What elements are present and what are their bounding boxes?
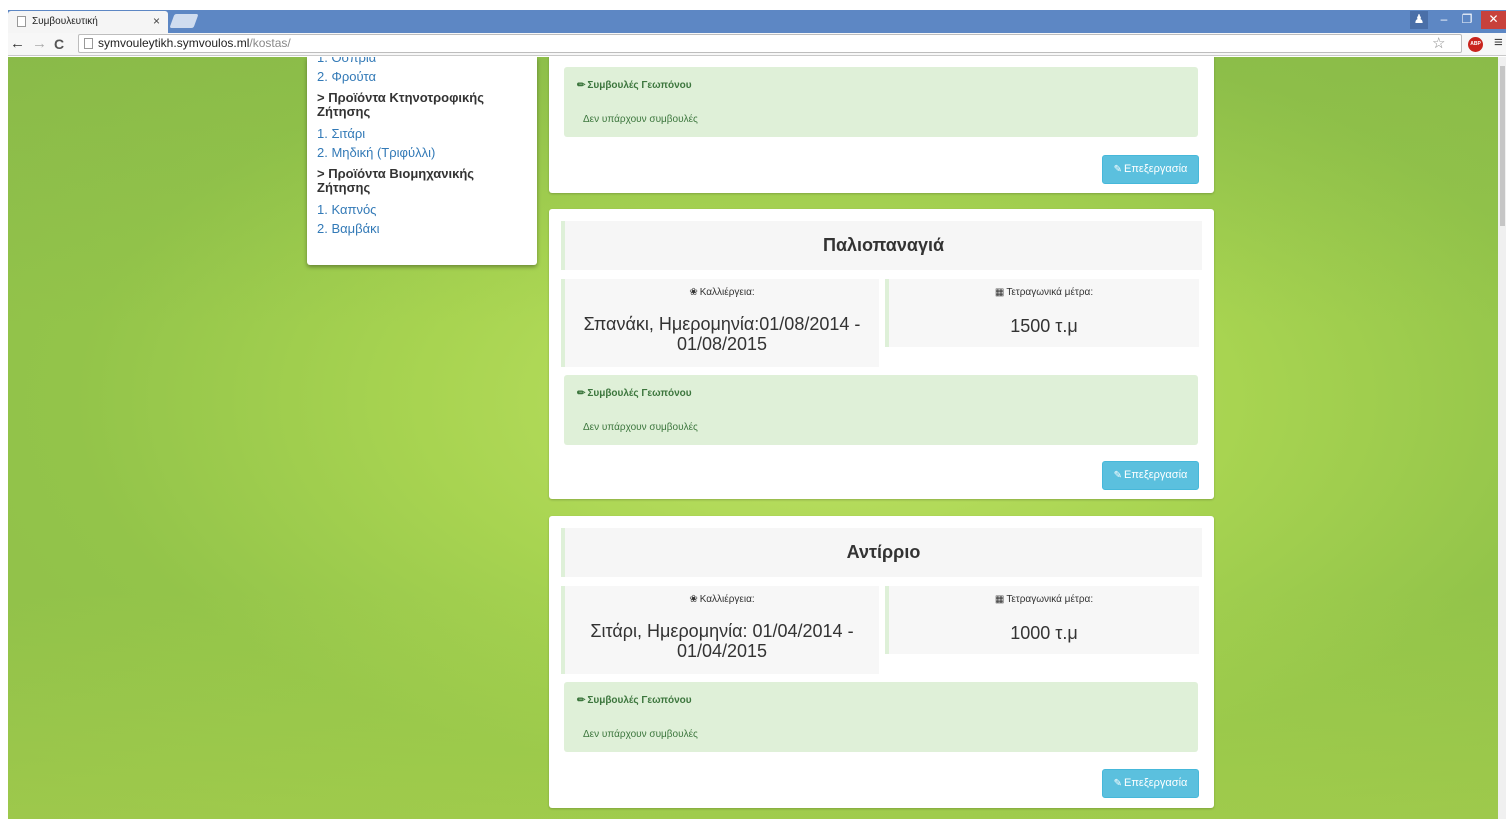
advice-box: ✏ Συμβουλές Γεωπόνου Δεν υπάρχουν συμβουλ…: [564, 67, 1198, 137]
sidebar-link-legumes[interactable]: 1. Όσπρια: [317, 57, 527, 67]
sidebar-heading-industrial: > Προϊόντα Βιομηχανικής Ζήτησης: [317, 166, 475, 195]
advice-box: ✏ Συμβουλές Γεωπόνου Δεν υπάρχουν συμβουλ…: [564, 375, 1198, 445]
url-path: /kostas/: [249, 36, 291, 50]
page-viewport: 1. Όσπρια 2. Φρούτα > Προϊόντα Κτηνοτροφ…: [8, 57, 1498, 819]
leaf-icon: ❀: [689, 287, 698, 298]
edit-button[interactable]: ✎ Επεξεργασία: [1102, 461, 1199, 490]
advice-box: ✏ Συμβουλές Γεωπόνου Δεν υπάρχουν συμβουλ…: [564, 682, 1198, 752]
browser-menu-icon[interactable]: ≡: [1494, 34, 1503, 51]
tab-title: Συμβουλευτική: [32, 16, 98, 27]
grid-icon: ▦: [994, 287, 1005, 298]
crop-cell: ❀ Καλλιέργεια: Σπανάκι, Ημερομηνία:01/08/…: [561, 279, 879, 367]
window-close-icon[interactable]: ✕: [1481, 11, 1506, 29]
maximize-icon[interactable]: ❐: [1458, 11, 1476, 29]
page-icon: [84, 38, 93, 49]
edit-button[interactable]: ✎ Επεξεργασία: [1102, 155, 1199, 184]
sidebar-link-fruits[interactable]: 2. Φρούτα: [317, 67, 527, 86]
forward-arrow-icon[interactable]: →: [32, 36, 47, 52]
area-cell: ▦ Τετραγωνικά μέτρα: 1000 τ.μ: [885, 586, 1199, 654]
field-name: Αντίρριο: [561, 528, 1202, 577]
area-value: 1000 τ.μ: [1010, 623, 1078, 643]
area-label: ▦ Τετραγωνικά μέτρα:: [994, 594, 1094, 605]
advice-heading: ✏ Συμβουλές Γεωπόνου: [577, 695, 692, 706]
new-tab-button[interactable]: [169, 14, 199, 28]
leaf-icon: ❀: [689, 594, 698, 605]
crop-label: ❀ Καλλιέργεια:: [689, 594, 755, 605]
area-cell: ▦ Τετραγωνικά μέτρα: 1500 τ.μ: [885, 279, 1199, 347]
sidebar-heading-livestock: > Προϊόντα Κτηνοτροφικής Ζήτησης: [317, 90, 484, 119]
agronomist-icon: ✏: [577, 388, 586, 399]
advice-heading: ✏ Συμβουλές Γεωπόνου: [577, 388, 692, 399]
browser-tab-bar: Συμβουλευτική × ♟ – ❐ ✕: [0, 0, 1506, 33]
sidebar-link-cotton[interactable]: 2. Βαμβάκι: [317, 219, 527, 238]
advice-empty-text: Δεν υπάρχουν συμβουλές: [583, 422, 698, 433]
adblock-icon[interactable]: ABP: [1468, 37, 1483, 52]
field-name: Παλιοπαναγιά: [561, 221, 1202, 270]
area-label: ▦ Τετραγωνικά μέτρα:: [994, 287, 1094, 298]
page-favicon-icon: [17, 16, 26, 27]
profile-icon[interactable]: ♟: [1410, 11, 1428, 29]
agronomist-icon: ✏: [577, 695, 586, 706]
reload-icon[interactable]: C: [54, 36, 64, 52]
edit-icon: ✎: [1113, 164, 1122, 175]
url-host: symvouleytikh.symvoulos.ml: [98, 36, 250, 50]
area-value: 1500 τ.μ: [1010, 316, 1078, 336]
scrollbar-thumb[interactable]: [1500, 66, 1505, 226]
browser-tab[interactable]: Συμβουλευτική ×: [8, 11, 168, 33]
advice-empty-text: Δεν υπάρχουν συμβουλές: [583, 729, 698, 740]
crop-value: Σιτάρι, Ημερομηνία: 01/04/2014 - 01/04/2…: [590, 621, 854, 661]
back-arrow-icon[interactable]: ←: [10, 36, 25, 52]
edit-icon: ✎: [1113, 470, 1122, 481]
sidebar-link-tobacco[interactable]: 1. Καπνός: [317, 200, 527, 219]
crop-cell: ❀ Καλλιέργεια: Σιτάρι, Ημερομηνία: 01/04/…: [561, 586, 879, 674]
advice-empty-text: Δεν υπάρχουν συμβουλές: [583, 114, 698, 125]
sidebar-link-alfalfa[interactable]: 2. Μηδική (Τριφύλλι): [317, 143, 527, 162]
tab-strip: [8, 10, 1506, 33]
crop-value: Σπανάκι, Ημερομηνία:01/08/2014 - 01/08/2…: [583, 314, 861, 354]
edit-icon: ✎: [1113, 778, 1122, 789]
field-panel: Παλιοπαναγιά ❀ Καλλιέργεια: Σπανάκι, Ημερ…: [549, 209, 1214, 499]
field-panel: Αντίρριο ❀ Καλλιέργεια: Σιτάρι, Ημερομηνί…: [549, 516, 1214, 808]
browser-toolbar: ← → C symvouleytikh.symvoulos.ml/kostas/…: [8, 33, 1506, 56]
address-bar[interactable]: symvouleytikh.symvoulos.ml/kostas/: [78, 34, 1462, 53]
minimize-icon[interactable]: –: [1435, 11, 1453, 29]
tab-close-icon[interactable]: ×: [153, 14, 160, 28]
agronomist-icon: ✏: [577, 80, 586, 91]
crop-label: ❀ Καλλιέργεια:: [689, 287, 755, 298]
grid-icon: ▦: [994, 594, 1005, 605]
bookmark-star-icon[interactable]: ☆: [1432, 34, 1445, 52]
advice-heading: ✏ Συμβουλές Γεωπόνου: [577, 80, 692, 91]
edit-button[interactable]: ✎ Επεξεργασία: [1102, 769, 1199, 798]
crop-category-sidebar: 1. Όσπρια 2. Φρούτα > Προϊόντα Κτηνοτροφ…: [307, 57, 537, 265]
sidebar-link-wheat[interactable]: 1. Σιτάρι: [317, 124, 527, 143]
field-panel: ✏ Συμβουλές Γεωπόνου Δεν υπάρχουν συμβουλ…: [549, 57, 1214, 193]
